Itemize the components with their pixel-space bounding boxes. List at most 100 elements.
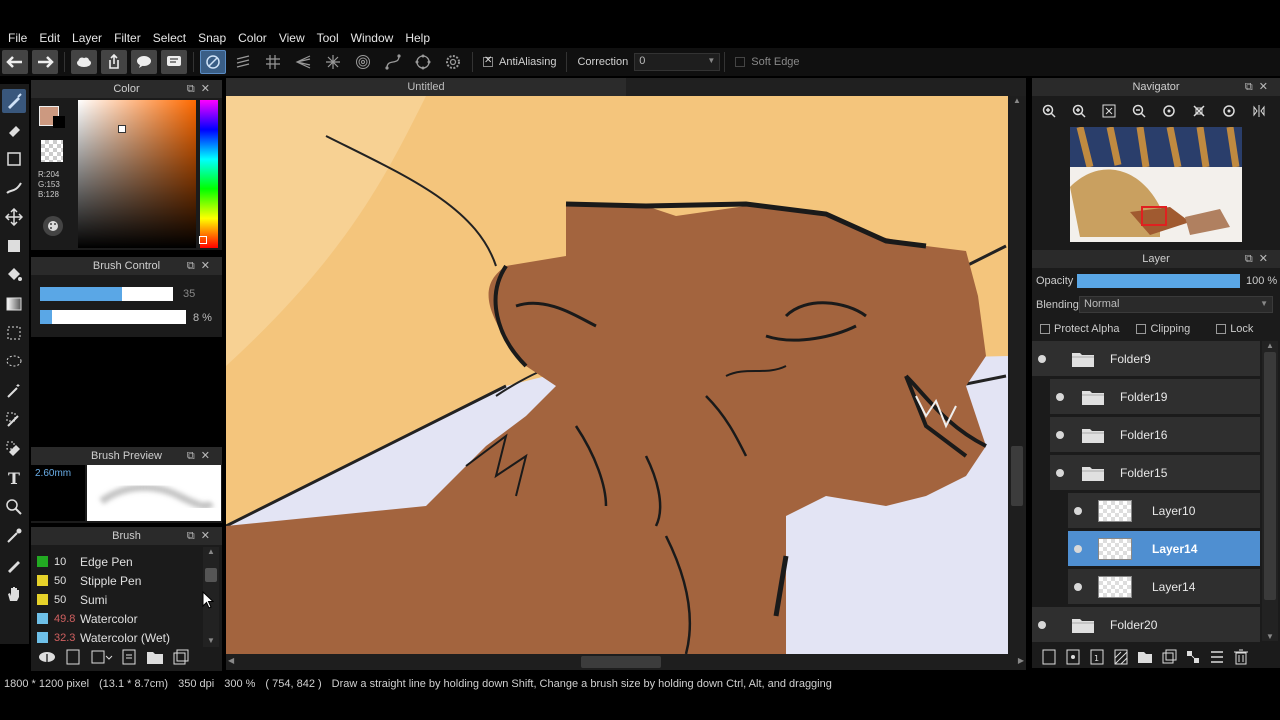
text-tool[interactable]: T <box>2 466 26 490</box>
new-brush-icon[interactable] <box>63 648 83 666</box>
brush-item[interactable]: 50 Sumi <box>31 590 201 609</box>
new-halftone-layer-icon[interactable] <box>1064 648 1082 666</box>
pen-tool[interactable] <box>2 553 26 577</box>
antialiasing-checkbox[interactable] <box>483 55 493 67</box>
snap-concentric-button[interactable] <box>350 50 376 74</box>
undo-button[interactable] <box>2 50 28 74</box>
snap-parallel-button[interactable] <box>230 50 256 74</box>
brush-item[interactable]: 10 Edge Pen <box>31 552 201 571</box>
brush-item[interactable]: 50 Stipple Pen <box>31 571 201 590</box>
fit-button[interactable] <box>1098 100 1120 122</box>
duplicate-layer-icon[interactable] <box>1160 648 1178 666</box>
zoom-in-button[interactable] <box>1038 100 1060 122</box>
vertical-scroll-thumb[interactable] <box>1011 446 1023 506</box>
protect-alpha-checkbox[interactable] <box>1040 324 1050 334</box>
menu-select[interactable]: Select <box>147 31 192 45</box>
zoom-out-button[interactable] <box>1128 100 1150 122</box>
folder-icon[interactable] <box>145 648 165 666</box>
snap-circle-button[interactable] <box>410 50 436 74</box>
scroll-left-icon[interactable]: ◀ <box>228 656 234 665</box>
soft-edge-checkbox[interactable] <box>735 57 746 67</box>
menu-view[interactable]: View <box>273 31 311 45</box>
background-color-swatch[interactable] <box>53 116 65 128</box>
menu-window[interactable]: Window <box>345 31 400 45</box>
brush-item[interactable]: 49.8 Watercolor <box>31 609 201 628</box>
snap-radial-button[interactable] <box>320 50 346 74</box>
copy-brush-icon[interactable] <box>89 648 113 666</box>
canvas-vertical-scrollbar[interactable]: ▲ <box>1008 96 1026 656</box>
panel-window-buttons[interactable]: ⧉✕ <box>187 257 216 275</box>
panel-window-buttons[interactable]: ⧉✕ <box>187 447 216 465</box>
redo-button[interactable] <box>32 50 58 74</box>
menu-filter[interactable]: Filter <box>108 31 147 45</box>
flip-button[interactable] <box>1248 100 1270 122</box>
cloud-brush-icon[interactable] <box>37 648 57 666</box>
panel-window-buttons[interactable]: ⧉✕ <box>1245 78 1274 96</box>
fill-rect-tool[interactable] <box>2 234 26 258</box>
menu-color[interactable]: Color <box>232 31 273 45</box>
scroll-down-icon[interactable]: ▼ <box>1262 632 1278 641</box>
scroll-up-icon[interactable]: ▲ <box>1262 341 1278 350</box>
brush-tool[interactable] <box>2 89 26 113</box>
menu-snap[interactable]: Snap <box>192 31 232 45</box>
snap-settings-button[interactable] <box>440 50 466 74</box>
color-picker-cursor[interactable] <box>118 125 126 133</box>
new-tone-layer-icon[interactable] <box>1112 648 1130 666</box>
visibility-eye-icon[interactable] <box>1038 355 1046 363</box>
correction-select[interactable]: 0 ▼ <box>634 53 721 71</box>
scroll-thumb[interactable] <box>205 568 217 582</box>
hue-slider-cursor[interactable] <box>199 236 207 244</box>
select-eraser-tool[interactable] <box>2 437 26 461</box>
snap-perspective-button[interactable] <box>290 50 316 74</box>
navigator-thumbnail[interactable] <box>1070 126 1242 242</box>
saturation-value-picker[interactable] <box>78 100 196 248</box>
dropper-tool[interactable] <box>2 524 26 548</box>
lock-checkbox[interactable] <box>1216 324 1227 334</box>
canvas-horizontal-scrollbar[interactable]: ◀ ▶ <box>226 654 1026 670</box>
visibility-eye-icon[interactable] <box>1056 431 1064 439</box>
menu-help[interactable]: Help <box>399 31 436 45</box>
snap-curve-button[interactable] <box>380 50 406 74</box>
scroll-up-icon[interactable]: ▲ <box>203 547 219 556</box>
new-folder-icon[interactable] <box>1136 648 1154 666</box>
trash-icon[interactable] <box>1232 648 1250 666</box>
scroll-down-icon[interactable]: ▼ <box>203 636 219 645</box>
merge-layer-icon[interactable] <box>1184 648 1202 666</box>
menu-tool[interactable]: Tool <box>311 31 345 45</box>
rotate-right-button[interactable] <box>1218 100 1240 122</box>
lasso-tool[interactable] <box>2 350 26 374</box>
gradient-tool[interactable] <box>2 292 26 316</box>
visibility-eye-icon[interactable] <box>1074 507 1082 515</box>
brush-opacity-slider[interactable] <box>40 310 186 324</box>
select-tool[interactable] <box>2 321 26 345</box>
eraser-tool[interactable] <box>2 118 26 142</box>
brush-settings-icon[interactable] <box>119 648 139 666</box>
layer-row[interactable]: Layer14 <box>1068 531 1260 567</box>
select-pen-tool[interactable] <box>2 408 26 432</box>
comment-button[interactable] <box>131 50 157 74</box>
layer-list-scrollbar[interactable]: ▲ ▼ <box>1262 341 1278 641</box>
blur-tool[interactable] <box>2 176 26 200</box>
move-tool[interactable] <box>2 205 26 229</box>
message-button[interactable] <box>161 50 187 74</box>
snap-grid-button[interactable] <box>260 50 286 74</box>
visibility-eye-icon[interactable] <box>1056 469 1064 477</box>
color-wheel-button[interactable] <box>43 216 63 236</box>
artwork-canvas[interactable] <box>226 96 1008 654</box>
rotate-left-button[interactable] <box>1158 100 1180 122</box>
hand-tool[interactable] <box>2 582 26 606</box>
shape-tool[interactable] <box>2 147 26 171</box>
operation-tool[interactable] <box>2 495 26 519</box>
new-layer-icon[interactable] <box>1040 648 1058 666</box>
zoom-in-alt-button[interactable] <box>1068 100 1090 122</box>
scroll-up-icon[interactable]: ▲ <box>1008 96 1026 105</box>
clipping-checkbox[interactable] <box>1136 324 1147 334</box>
cloud-button[interactable] <box>71 50 97 74</box>
visibility-eye-icon[interactable] <box>1056 393 1064 401</box>
new-1bit-layer-icon[interactable]: 1 <box>1088 648 1106 666</box>
layer-opacity-slider[interactable] <box>1077 274 1240 288</box>
visibility-eye-icon[interactable] <box>1074 545 1082 553</box>
blending-select[interactable]: Normal ▼ <box>1079 296 1273 313</box>
layer-folder-row[interactable]: Folder16 <box>1050 417 1260 453</box>
document-tab[interactable]: Untitled <box>226 78 626 96</box>
